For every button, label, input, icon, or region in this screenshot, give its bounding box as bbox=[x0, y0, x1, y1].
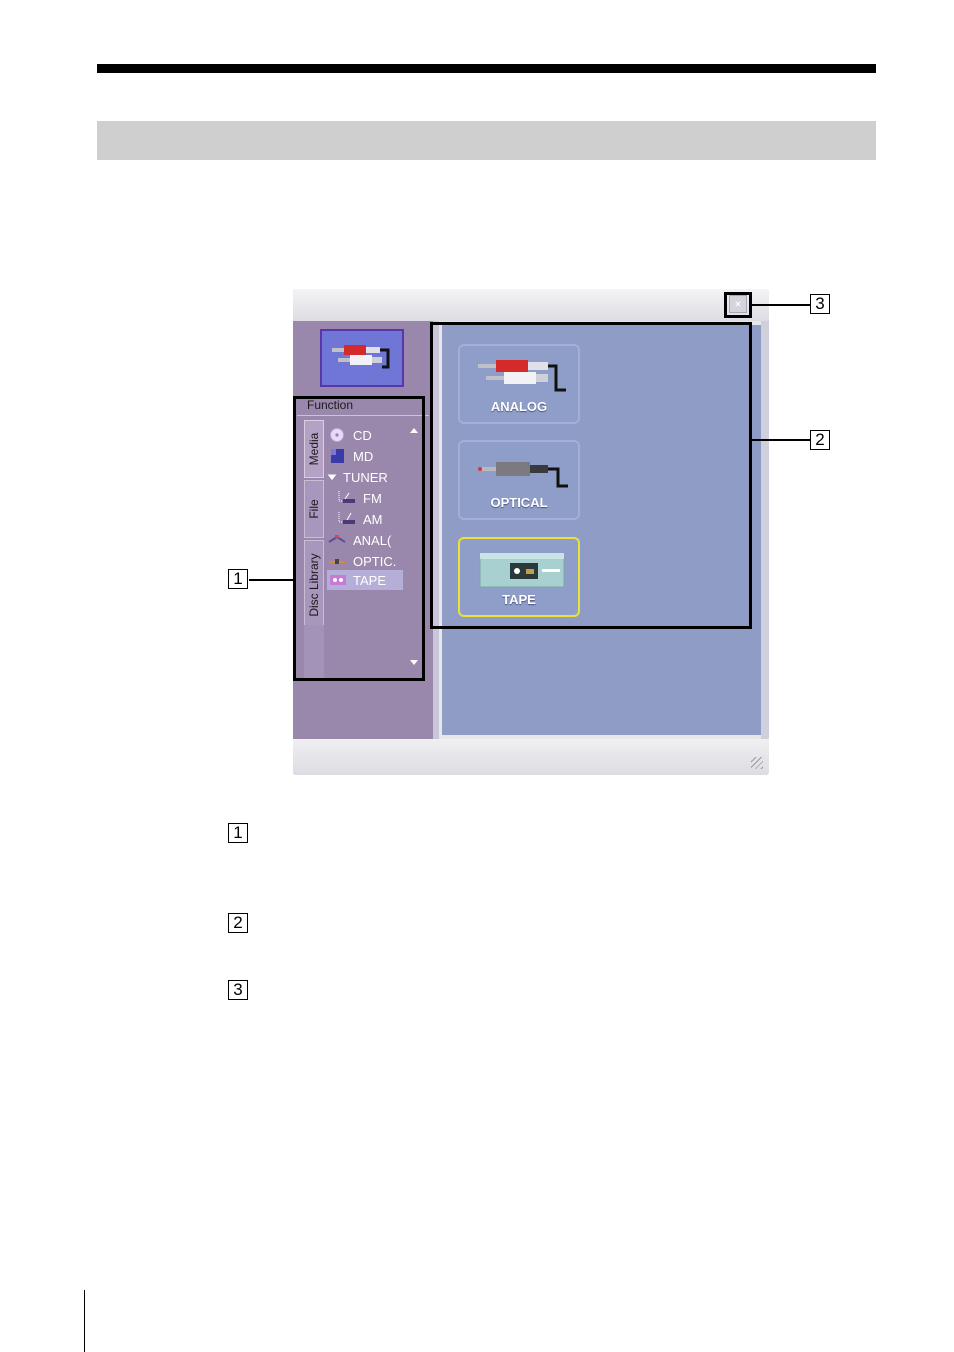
title-bar bbox=[293, 289, 769, 321]
status-bar bbox=[293, 739, 769, 775]
callout-line-1 bbox=[249, 579, 293, 581]
rca-cable-icon bbox=[332, 345, 390, 369]
callout-line-2 bbox=[752, 439, 810, 441]
callout-box-2 bbox=[430, 322, 752, 629]
callout-box-3 bbox=[724, 292, 752, 318]
callout-number-2: 2 bbox=[810, 430, 830, 450]
window-edge bbox=[761, 321, 769, 739]
section-header-bar bbox=[97, 121, 876, 160]
top-rule bbox=[97, 64, 876, 73]
callout-line-3 bbox=[752, 304, 810, 306]
legend-number-1: 1 bbox=[228, 823, 248, 843]
legend-number-2: 2 bbox=[228, 913, 248, 933]
page-margin-rule bbox=[84, 1290, 85, 1352]
callout-number-3: 3 bbox=[810, 294, 830, 314]
callout-number-1: 1 bbox=[228, 569, 248, 589]
legend-number-3: 3 bbox=[228, 980, 248, 1000]
current-function-icon bbox=[320, 329, 404, 387]
callout-box-1 bbox=[293, 396, 425, 681]
resize-grip-icon[interactable] bbox=[751, 757, 763, 769]
